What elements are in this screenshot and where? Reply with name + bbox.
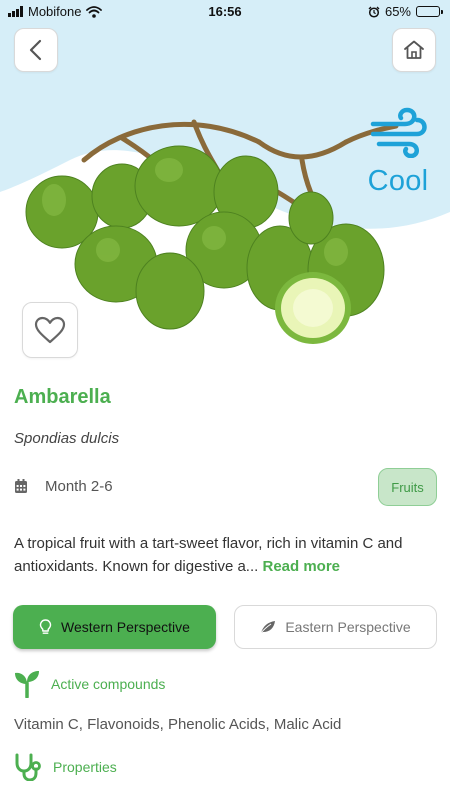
status-bar: Mobifone 16:56 65% [0, 0, 450, 24]
active-compounds-header: Active compounds [14, 670, 165, 698]
home-button[interactable] [392, 28, 436, 72]
wind-icon [370, 107, 427, 159]
lightbulb-icon [39, 619, 52, 634]
scientific-name: Spondias dulcis [14, 430, 120, 447]
tab-western-perspective[interactable]: Western Perspective [13, 605, 216, 649]
fruit-name: Ambarella [14, 386, 111, 408]
temperature-label: Cool [367, 165, 429, 197]
tab-eastern-label: Eastern Perspective [285, 619, 411, 635]
active-compounds-title: Active compounds [51, 676, 166, 692]
temperature-indicator: Cool [358, 106, 438, 198]
leaf-icon [260, 621, 276, 634]
fruit-image [25, 119, 399, 344]
season-row: Month 2-6 [14, 478, 113, 495]
properties-title: Properties [53, 759, 117, 775]
home-icon [404, 40, 424, 59]
tab-eastern-perspective[interactable]: Eastern Perspective [234, 605, 437, 649]
active-compounds-list: Vitamin C, Flavonoids, Phenolic Acids, M… [14, 716, 342, 733]
alarm-icon [368, 6, 380, 18]
calendar-icon [15, 479, 27, 493]
description: A tropical fruit with a tart-sweet flavo… [14, 532, 438, 578]
description-text: A tropical fruit with a tart-sweet flavo… [14, 535, 403, 575]
properties-header: Properties [14, 753, 117, 781]
stethoscope-icon [15, 753, 41, 781]
battery-percent: 65% [384, 4, 411, 19]
category-badge[interactable]: Fruits [378, 468, 437, 506]
chevron-left-icon [29, 39, 42, 61]
sprout-icon [15, 671, 39, 698]
favorite-button[interactable] [22, 302, 78, 358]
read-more-link[interactable]: Read more [262, 558, 340, 575]
back-button[interactable] [14, 28, 58, 72]
heart-icon [34, 316, 66, 344]
tab-western-label: Western Perspective [61, 619, 190, 635]
battery-icon [416, 6, 443, 17]
season-text: Month 2-6 [45, 478, 113, 495]
